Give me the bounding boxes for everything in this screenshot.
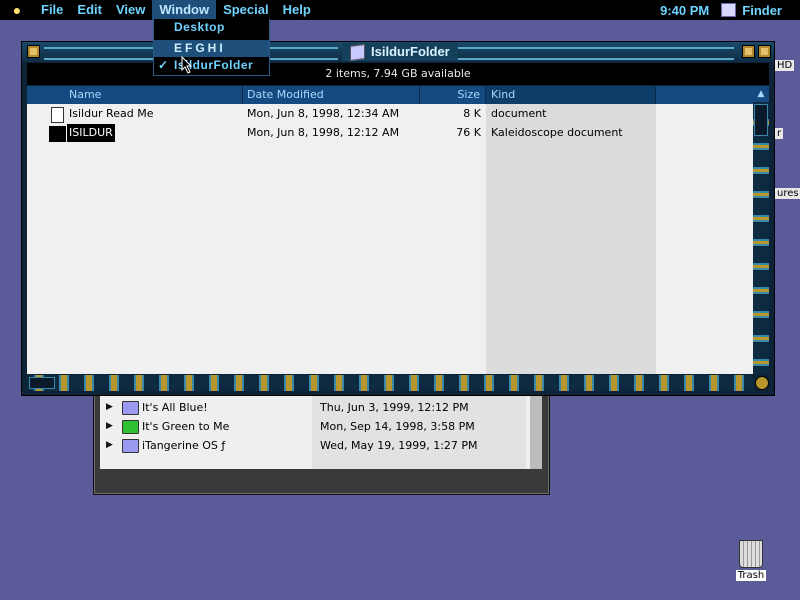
horizontal-scrollbar[interactable] (27, 375, 753, 391)
apple-menu-icon[interactable]: ● (0, 2, 34, 18)
list-item-date: Wed, May 19, 1999, 1:27 PM (320, 439, 478, 452)
list-item-name: It's All Blue! (142, 401, 208, 414)
column-header-size[interactable]: Size (420, 86, 486, 104)
disclosure-triangle-icon[interactable]: ▶ (106, 436, 113, 455)
menu-file[interactable]: File (34, 0, 70, 20)
menu-window[interactable]: Window (152, 0, 217, 20)
file-size: 8 K (463, 107, 481, 120)
finder-window-isildurfolder[interactable]: IsildurFolder 2 items, 7.94 GB available… (21, 41, 775, 396)
disclosure-triangle-icon[interactable]: ▶ (106, 417, 113, 436)
collapse-box-icon[interactable] (758, 45, 771, 58)
window-menu-item-desktop[interactable]: Desktop (154, 19, 269, 36)
menu-edit[interactable]: Edit (70, 0, 109, 20)
resize-box-icon[interactable] (755, 376, 769, 390)
list-item[interactable]: ▶ It's All Blue! Thu, Jun 3, 1999, 12:12… (100, 398, 530, 417)
desktop-icon-label[interactable]: ures (775, 188, 800, 199)
list-item-date: Mon, Sep 14, 1998, 3:58 PM (320, 420, 475, 433)
kaleidoscope-icon (49, 126, 66, 142)
desktop-icon-label[interactable]: HD (775, 60, 795, 71)
column-header-name[interactable]: Name (27, 86, 243, 104)
window-info-bar: 2 items, 7.94 GB available (27, 63, 769, 85)
menu-view[interactable]: View (109, 0, 152, 20)
trash-can-icon[interactable] (739, 540, 763, 568)
file-kind: document (491, 107, 547, 120)
menu-special[interactable]: Special (216, 0, 276, 20)
column-header-date-modified[interactable]: Date Modified (243, 86, 420, 104)
kind-column-shading (486, 104, 656, 374)
list-item[interactable]: ▶ iTangerine OS ƒ Wed, May 19, 1999, 1:2… (100, 436, 530, 455)
items-available-text: 2 items, 7.94 GB available (325, 67, 471, 80)
window-title: IsildurFolder (342, 43, 458, 61)
folder-icon (122, 401, 139, 415)
table-row[interactable]: ISILDUR Mon, Jun 8, 1998, 12:12 AM 76 K … (27, 124, 753, 142)
background-vertical-scrollbar[interactable] (530, 385, 542, 469)
folder-icon (350, 43, 365, 61)
close-box-icon[interactable] (27, 45, 40, 58)
table-row[interactable]: Isildur Read Me Mon, Jun 8, 1998, 12:34 … (27, 105, 753, 123)
list-item-name: It's Green to Me (142, 420, 230, 433)
file-list[interactable]: Name Date Modified Size Kind Isildur Rea… (27, 86, 753, 374)
vertical-scroll-thumb[interactable] (754, 104, 768, 136)
file-kind: Kaleidoscope document (491, 126, 623, 139)
vertical-scrollbar[interactable]: ▲ (753, 86, 769, 374)
menubar-clock[interactable]: 9:40 PM (648, 3, 721, 18)
file-date-modified: Mon, Jun 8, 1998, 12:12 AM (247, 126, 400, 139)
checkmark-icon: ✓ (158, 58, 169, 72)
menu-help[interactable]: Help (276, 0, 318, 20)
trash-label: Trash (735, 570, 767, 581)
window-menu-item-isildurfolder[interactable]: ✓ IsildurFolder (154, 57, 269, 74)
window-title-bar[interactable]: IsildurFolder (22, 42, 774, 62)
folder-icon (122, 439, 139, 453)
folder-icon (122, 420, 139, 434)
background-list: ▶ It's A Hoot! Wed, Jun 16, 1999, 12:25 … (100, 385, 530, 469)
scroll-up-arrow-icon[interactable]: ▲ (753, 86, 769, 102)
menu-bar: ● File Edit View Window Special Help 9:4… (0, 0, 800, 20)
list-item-name: iTangerine OS ƒ (142, 439, 226, 452)
window-menu-item-efghi[interactable]: EFGHI (154, 40, 269, 57)
application-menu[interactable]: Finder (721, 3, 800, 18)
window-title-text: IsildurFolder (371, 44, 450, 59)
list-column-headers: Name Date Modified Size Kind (27, 86, 753, 104)
document-icon (51, 107, 64, 123)
column-header-kind[interactable]: Kind (486, 86, 656, 104)
finder-icon (721, 3, 737, 17)
title-bar-stripes (456, 47, 734, 60)
desktop-icon-label[interactable]: r (775, 128, 784, 139)
window-menu-dropdown: Desktop EFGHI ✓ IsildurFolder (153, 19, 270, 76)
horizontal-scroll-thumb[interactable] (29, 377, 55, 389)
file-size: 76 K (456, 126, 481, 139)
list-item-date: Thu, Jun 3, 1999, 12:12 PM (320, 401, 469, 414)
file-name[interactable]: ISILDUR (67, 124, 115, 142)
file-date-modified: Mon, Jun 8, 1998, 12:34 AM (247, 107, 400, 120)
mouse-pointer-icon (181, 56, 193, 74)
application-menu-label: Finder (742, 2, 782, 18)
trash[interactable]: Trash (733, 540, 769, 581)
disclosure-triangle-icon[interactable]: ▶ (106, 398, 113, 417)
list-item[interactable]: ▶ It's Green to Me Mon, Sep 14, 1998, 3:… (100, 417, 530, 436)
zoom-box-icon[interactable] (742, 45, 755, 58)
file-name[interactable]: Isildur Read Me (69, 105, 153, 123)
